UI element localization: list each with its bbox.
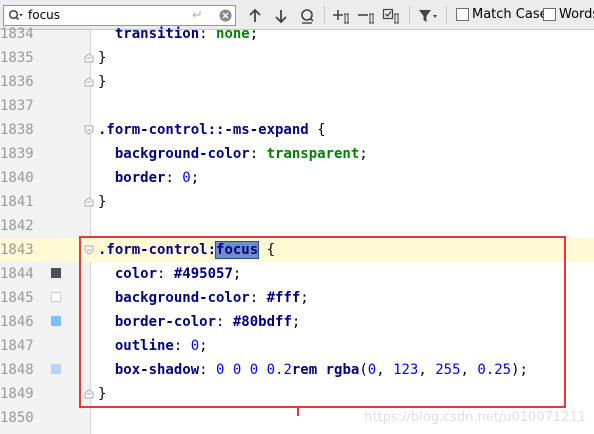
code-line[interactable]: 1841} — [0, 190, 594, 214]
code-token: : — [249, 146, 267, 162]
line-number: 1838 — [0, 122, 34, 138]
line-number: 1850 — [0, 410, 34, 426]
code-token: } — [98, 194, 107, 210]
code-line[interactable]: 1836} — [0, 70, 594, 94]
line-number: 1848 — [0, 362, 34, 378]
code-token: ; — [249, 26, 259, 42]
line-number: 1840 — [0, 170, 34, 186]
code-token: border — [114, 170, 166, 186]
match-case-checkbox[interactable] — [456, 8, 469, 21]
color-swatch-icon[interactable] — [51, 316, 61, 326]
fold-close-icon[interactable] — [84, 197, 94, 207]
code-text[interactable]: background-color: transparent; — [98, 142, 368, 166]
code-token: transition — [114, 26, 200, 42]
search-history-icon[interactable] — [8, 9, 24, 23]
code-line[interactable]: 1840 border: 0; — [0, 166, 594, 190]
line-number: 1845 — [0, 290, 34, 306]
line-number: 1837 — [0, 98, 34, 114]
code-text[interactable]: transition: none; — [98, 22, 258, 46]
watermark: https://blog.csdn.net/u010071211 — [364, 410, 586, 425]
line-number: 1847 — [0, 338, 34, 354]
words-checkbox[interactable] — [543, 8, 556, 21]
highlight-annotation-box — [79, 236, 566, 408]
code-line[interactable]: 1837 — [0, 94, 594, 118]
line-number: 1835 — [0, 50, 34, 66]
fold-open-icon[interactable] — [84, 125, 94, 135]
line-number: 1843 — [0, 242, 34, 258]
code-line[interactable]: 1834 transition: none; — [0, 22, 594, 46]
code-line[interactable]: 1838 .form-control::-ms-expand { — [0, 118, 594, 142]
color-swatch-icon[interactable] — [51, 268, 61, 278]
line-number: 1841 — [0, 194, 34, 210]
line-number: 1839 — [0, 146, 34, 162]
code-line[interactable]: 1839 background-color: transparent; — [0, 142, 594, 166]
fold-close-icon[interactable] — [84, 53, 94, 63]
clear-search-icon[interactable] — [219, 9, 232, 22]
code-token: .form-control::-ms-expand — [98, 122, 309, 138]
line-number: 1836 — [0, 74, 34, 90]
code-line[interactable]: 1842 — [0, 214, 594, 238]
code-text[interactable]: } — [98, 190, 106, 214]
color-swatch-icon[interactable] — [51, 364, 61, 374]
code-token: none — [216, 26, 250, 42]
line-number: 1849 — [0, 386, 34, 402]
code-token: ; — [190, 170, 200, 186]
code-token: background-color — [114, 146, 250, 162]
code-token: } — [98, 50, 107, 66]
fold-close-icon[interactable] — [84, 77, 94, 87]
code-line[interactable]: 1835} — [0, 46, 594, 70]
code-text[interactable]: border: 0; — [98, 166, 199, 190]
color-swatch-icon[interactable] — [51, 292, 61, 302]
line-number: 1834 — [0, 26, 34, 42]
code-token: 0 — [182, 170, 191, 186]
code-editor[interactable]: 1834 transition: none; 1835} 1836} 1837 1838… — [0, 26, 594, 434]
line-number: 1846 — [0, 314, 34, 330]
code-text[interactable]: .form-control::-ms-expand { — [98, 118, 326, 142]
line-number: 1842 — [0, 218, 34, 234]
code-token: ; — [359, 146, 368, 162]
code-token: : — [165, 170, 183, 186]
code-token: { — [308, 122, 326, 138]
code-token: } — [98, 74, 107, 90]
code-text[interactable]: } — [98, 46, 106, 70]
code-token: transparent — [266, 146, 360, 162]
annotation-marker — [297, 406, 299, 416]
code-token: : — [199, 26, 217, 42]
line-number: 1844 — [0, 266, 34, 282]
code-text[interactable]: } — [98, 70, 106, 94]
